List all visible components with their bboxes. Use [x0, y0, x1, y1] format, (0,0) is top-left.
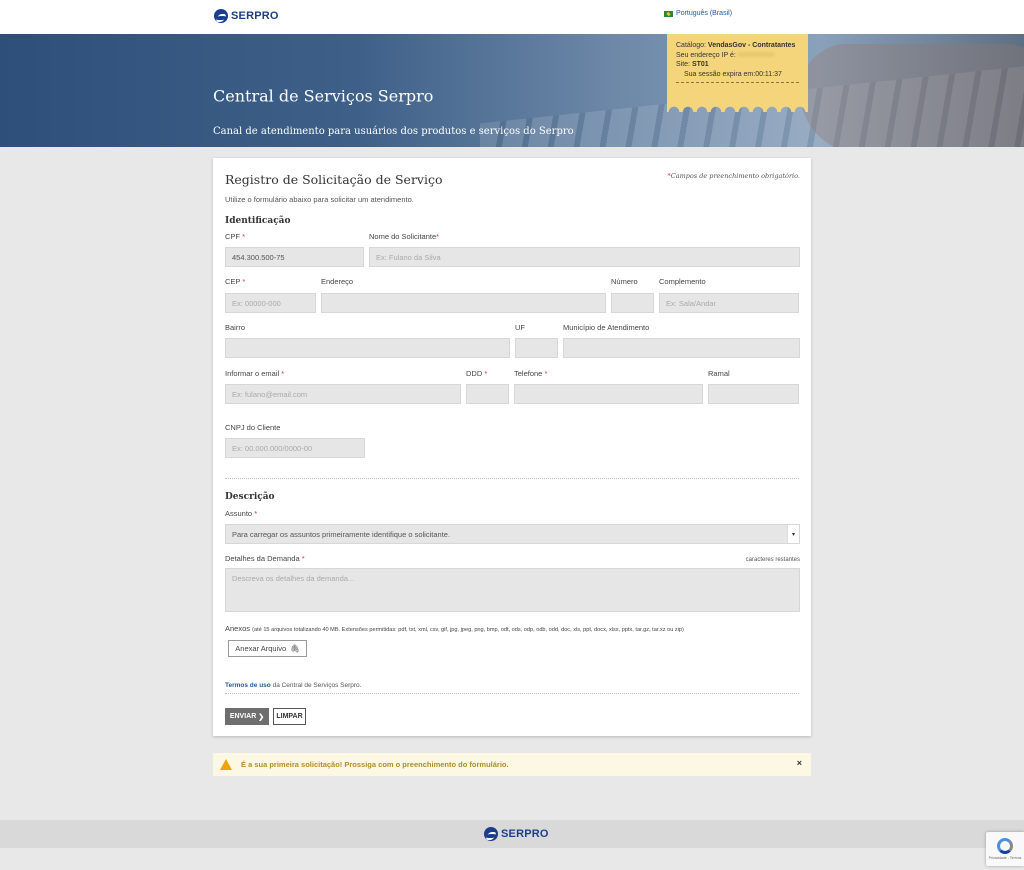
form-intro: Utilize o formulário abaixo para solicit… [225, 195, 414, 204]
municipio-field[interactable] [563, 338, 800, 358]
required-note: *Campos de preenchimento obrigatório. [667, 172, 800, 180]
complemento-field[interactable]: Ex: Sala/Andar [659, 293, 799, 313]
chars-remaining: caracteres restantes [745, 557, 800, 563]
bairro-field[interactable] [225, 338, 510, 358]
email-field[interactable]: Ex: fulano@email.com [225, 384, 461, 404]
ticket-scallop [667, 104, 808, 112]
cnpj-field[interactable]: Ex: 00.000.000/0000-00 [225, 438, 365, 458]
terms-divider [225, 693, 799, 694]
form-title: Registro de Solicitação de Serviço [225, 172, 443, 187]
first-request-alert: É a sua primeira solicitação! Prossiga c… [213, 753, 811, 776]
uf-label: UF [515, 323, 525, 332]
detalhes-label: Detalhes da Demanda * [225, 554, 305, 563]
alert-message: É a sua primeira solicitação! Prossiga c… [241, 760, 509, 769]
top-bar: SERPRO Português (Brasil) [0, 0, 1024, 34]
site-line: Site: ST01 [676, 61, 709, 68]
session-line: Sua sessão expira em:00:11:37 [684, 70, 782, 78]
section-divider [225, 478, 799, 479]
catalog-line: Catálogo: VendasGov - Contratantes [676, 42, 796, 49]
telefone-label: Telefone * [514, 369, 548, 378]
cep-field[interactable]: Ex: 00000-000 [225, 293, 316, 313]
numero-field[interactable] [611, 293, 654, 313]
session-ticket: Catálogo: VendasGov - Contratantes Seu e… [667, 34, 808, 112]
detalhes-textarea[interactable]: Descreva os detalhes da demanda... [225, 568, 800, 612]
serpro-logo-icon [214, 9, 228, 23]
page-title: Central de Serviços Serpro [213, 86, 434, 106]
language-selector[interactable]: Português (Brasil) [664, 10, 732, 17]
clear-button[interactable]: LIMPAR [273, 708, 306, 725]
telefone-field[interactable] [514, 384, 703, 404]
language-label: Português (Brasil) [676, 10, 733, 17]
recaptcha-badge[interactable]: Privacidade - Termos [986, 832, 1024, 866]
section-identification: Identificação [225, 216, 291, 226]
email-label: Informar o email * [225, 369, 285, 378]
send-button[interactable]: ENVIAR ❯ [225, 708, 269, 725]
cnpj-label: CNPJ do Cliente [225, 423, 281, 432]
nome-label: Nome do Solicitante* [369, 232, 440, 241]
recaptcha-icon [997, 838, 1013, 854]
ip-line: Seu endereço IP é: [676, 51, 799, 61]
ddd-field[interactable] [466, 384, 509, 404]
chevron-right-icon: ❯ [258, 713, 265, 721]
ddd-label: DDD * [466, 369, 488, 378]
service-request-form: Registro de Solicitação de Serviço *Camp… [213, 158, 811, 736]
cpf-label: CPF * [225, 232, 246, 241]
endereco-label: Endereço [321, 277, 354, 286]
cpf-field[interactable]: 454.300.500-75 [225, 247, 364, 267]
attach-file-button[interactable]: Anexar Arquivo 🖇 [228, 640, 307, 657]
ramal-label: Ramal [708, 369, 730, 378]
bairro-label: Bairro [225, 323, 246, 332]
terms-text: Termos de uso da Central de Serviços Ser… [225, 682, 362, 689]
ip-value-blurred [737, 52, 774, 58]
endereco-field[interactable] [321, 293, 606, 313]
ticket-divider [676, 82, 799, 83]
serpro-logo[interactable]: SERPRO [214, 9, 279, 23]
warning-icon [220, 759, 232, 770]
footer-logo: SERPRO [484, 827, 549, 841]
municipio-label: Município de Atendimento [563, 323, 650, 332]
serpro-logo-icon [484, 827, 498, 841]
hero-banner: Central de Serviços Serpro Canal de aten… [0, 34, 1024, 147]
page-subtitle: Canal de atendimento para usuários dos p… [213, 126, 574, 137]
cep-label: CEP * [225, 277, 246, 286]
chevron-down-icon: ▾ [787, 525, 799, 543]
brazil-flag-icon [664, 10, 673, 17]
nome-field[interactable]: Ex: Fulano da Silva [369, 247, 800, 267]
ramal-field[interactable] [708, 384, 799, 404]
session-timer: 00:11:37 [755, 70, 782, 78]
logo-text: SERPRO [231, 10, 279, 22]
complemento-label: Complemento [659, 277, 706, 286]
terms-link[interactable]: Termos de uso [225, 682, 271, 689]
footer: SERPRO [0, 820, 1024, 848]
attachments-label: Anexos (até 15 arquivos totalizando 40 M… [225, 624, 684, 633]
uf-field[interactable] [515, 338, 558, 358]
assunto-select[interactable]: Para carregar os assuntos primeiramente … [225, 524, 800, 544]
hand-image [800, 44, 1024, 147]
numero-label: Número [611, 277, 638, 286]
close-icon[interactable]: × [797, 758, 802, 768]
assunto-label: Assunto * [225, 509, 258, 518]
section-description: Descrição [225, 492, 275, 502]
paperclip-icon: 🖇 [290, 644, 300, 653]
